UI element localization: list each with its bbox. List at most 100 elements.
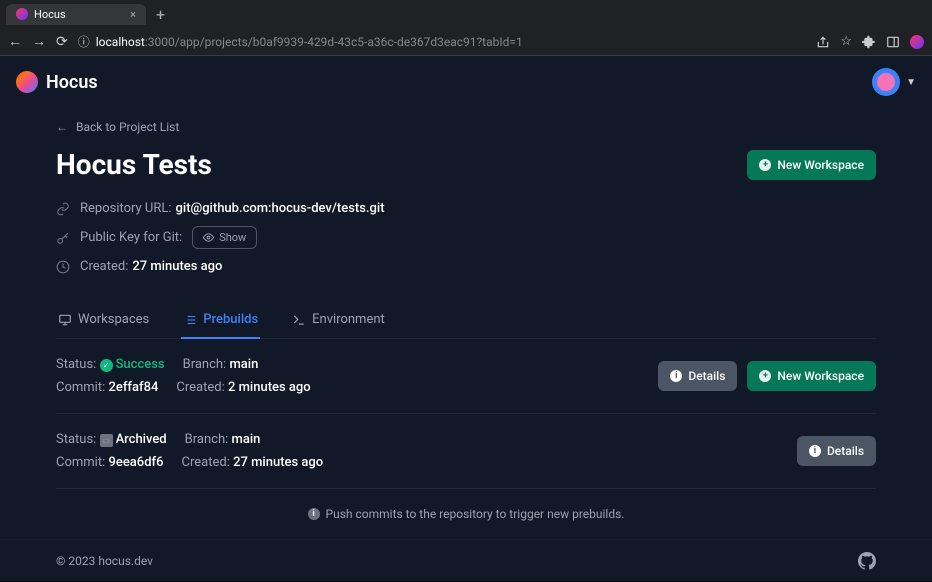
info-icon: i xyxy=(308,508,320,520)
forward-button[interactable]: → xyxy=(32,33,46,50)
branch-value: main xyxy=(232,432,261,447)
panel-icon[interactable] xyxy=(886,35,900,49)
reload-button[interactable]: ⟳ xyxy=(56,34,68,50)
logo-mark xyxy=(16,71,38,93)
status-value: Success xyxy=(116,357,165,372)
browser-tab[interactable]: Hocus × xyxy=(6,4,146,25)
branch-value: main xyxy=(229,357,258,372)
pubkey-label: Public Key for Git: xyxy=(80,230,182,245)
details-button[interactable]: i Details xyxy=(658,361,737,391)
clock-icon xyxy=(56,260,70,274)
close-tab-icon[interactable]: × xyxy=(130,8,136,21)
tabs: Workspaces Prebuilds Environment xyxy=(56,302,876,339)
commit-field: Commit: 9eea6df6 xyxy=(56,455,164,470)
address-bar: ← → ⟳ ⓘ localhost:3000/app/projects/b0af… xyxy=(0,28,932,56)
archive-icon: ▭ xyxy=(100,434,113,447)
prebuild-actions: i Details + New Workspace xyxy=(658,361,876,391)
link-icon xyxy=(56,202,70,216)
prebuilds-icon xyxy=(183,313,197,327)
url-host: localhost xyxy=(96,35,145,49)
back-link[interactable]: ← Back to Project List xyxy=(56,120,179,134)
created-value: 2 minutes ago xyxy=(228,380,311,395)
prebuild-info: Status: ▭Archived Branch: main Commit: 9… xyxy=(56,432,323,470)
chrome-actions: ☆ xyxy=(816,34,924,49)
tab-environment-label: Environment xyxy=(312,312,385,327)
topnav: Hocus ▼ xyxy=(0,56,932,108)
new-workspace-button[interactable]: + New Workspace xyxy=(747,150,876,180)
profile-icon[interactable] xyxy=(910,35,924,49)
details-button[interactable]: i Details xyxy=(797,436,876,466)
created-field: Created: 27 minutes ago xyxy=(182,455,324,470)
site-info-icon[interactable]: ⓘ xyxy=(78,33,90,50)
details-label: Details xyxy=(688,369,725,383)
footer: © 2023 hocus.dev xyxy=(0,539,932,582)
url-path: :3000/app/projects/b0af9939-429d-43c5-a3… xyxy=(145,35,523,49)
hint-text: Push commits to the repository to trigge… xyxy=(326,507,625,521)
app: Hocus ▼ ← Back to Project List Hocus Tes… xyxy=(0,56,932,581)
branch-field: Branch: main xyxy=(183,357,259,372)
show-label: Show xyxy=(219,231,246,244)
new-workspace-label: New Workspace xyxy=(777,369,864,383)
share-icon[interactable] xyxy=(816,35,830,49)
created-value: 27 minutes ago xyxy=(233,455,323,470)
key-icon xyxy=(56,231,70,245)
back-link-label: Back to Project List xyxy=(76,120,179,134)
tab-workspaces-label: Workspaces xyxy=(78,312,149,327)
tab-prebuilds[interactable]: Prebuilds xyxy=(181,302,260,339)
favicon xyxy=(16,8,28,20)
plus-icon: + xyxy=(759,159,771,171)
tab-workspaces[interactable]: Workspaces xyxy=(56,302,151,339)
prebuild-info: Status: ✓Success Branch: main Commit: 2e… xyxy=(56,357,311,395)
prebuild-actions: i Details xyxy=(797,436,876,466)
status-field: Status: ✓Success xyxy=(56,357,165,372)
environment-icon xyxy=(292,313,306,327)
github-icon[interactable] xyxy=(858,552,876,570)
tab-title: Hocus xyxy=(34,8,66,21)
created-field: Created: 2 minutes ago xyxy=(176,380,310,395)
status-value: Archived xyxy=(116,432,167,447)
status-field: Status: ▭Archived xyxy=(56,432,167,447)
details-label: Details xyxy=(827,444,864,458)
browser-chrome: Hocus × + ← → ⟳ ⓘ localhost:3000/app/pro… xyxy=(0,0,932,56)
title-row: Hocus Tests + New Workspace xyxy=(56,148,876,181)
copyright: © 2023 hocus.dev xyxy=(56,554,153,568)
new-tab-button[interactable]: + xyxy=(156,5,165,24)
prebuild-row: Status: ✓Success Branch: main Commit: 2e… xyxy=(56,339,876,414)
workspaces-icon xyxy=(58,313,72,327)
chevron-down-icon: ▼ xyxy=(906,77,916,88)
tab-prebuilds-label: Prebuilds xyxy=(203,312,258,327)
repo-url-row: Repository URL: git@github.com:hocus-dev… xyxy=(56,201,876,216)
prebuild-row: Status: ▭Archived Branch: main Commit: 9… xyxy=(56,414,876,489)
content: ← Back to Project List Hocus Tests + New… xyxy=(0,108,932,539)
pubkey-row: Public Key for Git: Show xyxy=(56,226,876,249)
show-pubkey-button[interactable]: Show xyxy=(192,226,257,249)
url-field[interactable]: ⓘ localhost:3000/app/projects/b0af9939-4… xyxy=(78,33,807,50)
new-workspace-label: New Workspace xyxy=(777,158,864,172)
tab-environment[interactable]: Environment xyxy=(290,302,387,339)
arrow-left-icon: ← xyxy=(56,120,68,134)
repo-value: git@github.com:hocus-dev/tests.git xyxy=(176,201,385,216)
back-button[interactable]: ← xyxy=(8,33,22,50)
info-icon: i xyxy=(670,370,682,382)
repo-label: Repository URL: xyxy=(80,201,172,216)
meta-list: Repository URL: git@github.com:hocus-dev… xyxy=(56,201,876,274)
check-icon: ✓ xyxy=(100,359,113,372)
plus-icon: + xyxy=(759,370,771,382)
extensions-icon[interactable] xyxy=(862,35,876,49)
logo-text: Hocus xyxy=(46,72,98,93)
commit-value: 9eea6df6 xyxy=(108,455,163,470)
prebuild-list: Status: ✓Success Branch: main Commit: 2e… xyxy=(56,339,876,489)
commit-value: 2effaf84 xyxy=(108,380,158,395)
hint: i Push commits to the repository to trig… xyxy=(56,489,876,539)
created-value: 27 minutes ago xyxy=(132,259,222,274)
new-workspace-button[interactable]: + New Workspace xyxy=(747,361,876,391)
bookmark-icon[interactable]: ☆ xyxy=(840,34,852,49)
page-title: Hocus Tests xyxy=(56,148,212,181)
user-menu[interactable]: ▼ xyxy=(872,68,916,96)
commit-field: Commit: 2effaf84 xyxy=(56,380,158,395)
branch-field: Branch: main xyxy=(185,432,261,447)
eye-icon xyxy=(203,232,214,243)
tab-bar: Hocus × + xyxy=(0,0,932,28)
info-icon: i xyxy=(809,445,821,457)
logo[interactable]: Hocus xyxy=(16,71,98,93)
